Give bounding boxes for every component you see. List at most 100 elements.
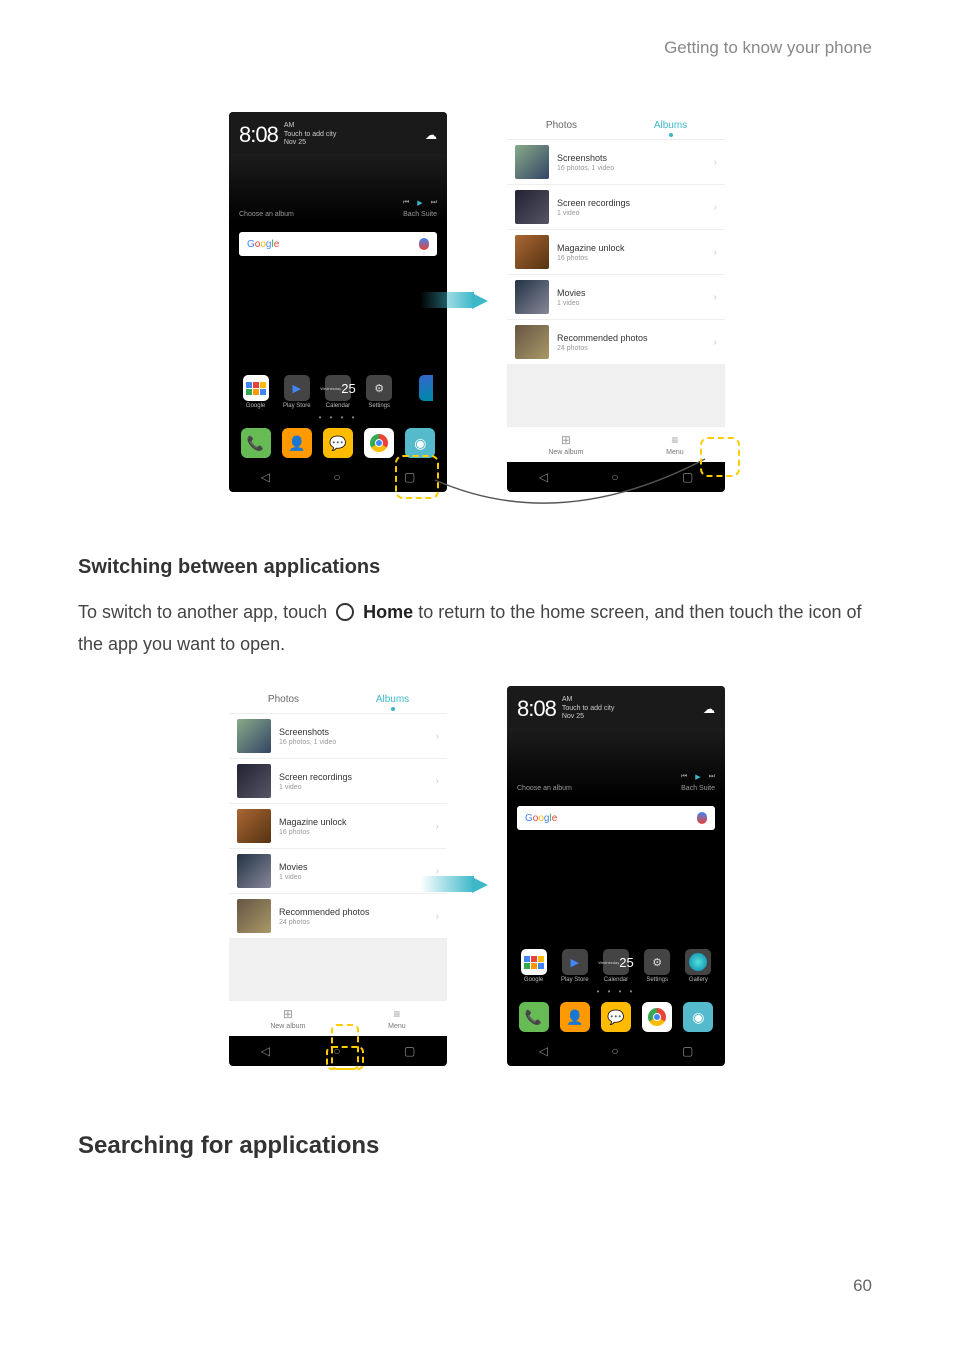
home-icon[interactable]: ○ [333, 1044, 340, 1058]
home-icon[interactable]: ○ [333, 470, 340, 484]
chevron-right-icon: › [714, 247, 717, 258]
app-settings[interactable]: ⚙Settings [637, 949, 677, 983]
new-album-button[interactable]: ⊞New album [548, 433, 583, 456]
clock-time: 8:08 [239, 122, 278, 148]
album-name: Magazine unlock [557, 243, 714, 253]
album-row[interactable]: Magazine unlock16 photos› [507, 230, 725, 275]
album-name: Screen recordings [279, 772, 436, 782]
recents-icon[interactable]: ▢ [404, 1044, 415, 1058]
heading-switching: Switching between applications [78, 556, 380, 579]
dock-contacts[interactable]: 👤 [282, 428, 312, 458]
app-play-store[interactable]: ▶Play Store [555, 949, 595, 983]
back-icon[interactable]: ◁ [261, 1044, 270, 1058]
play-icon[interactable]: ▶ [695, 773, 700, 781]
dock-camera[interactable]: ◉ [683, 1002, 713, 1032]
album-name: Screenshots [279, 727, 436, 737]
chevron-right-icon: › [714, 337, 717, 348]
para-pre: To switch to another app, touch [78, 602, 332, 622]
tab-albums[interactable]: Albums [616, 112, 725, 139]
recents-icon[interactable]: ▢ [404, 470, 415, 484]
album-name: Screen recordings [557, 198, 714, 208]
app-calendar[interactable]: Wednesday25Calendar [596, 949, 636, 983]
album-row[interactable]: Screen recordings1 video› [229, 759, 447, 804]
album-row[interactable]: Movies1 video› [507, 275, 725, 320]
next-icon[interactable]: ⏭ [709, 773, 715, 781]
chevron-right-icon: › [714, 292, 717, 303]
home-icon[interactable]: ○ [611, 1044, 618, 1058]
app-calendar[interactable]: Wednesday25Calendar [318, 375, 358, 409]
play-icon[interactable]: ▶ [417, 199, 422, 207]
homescreen-mock: 8:08AMTouch to add cityNov 25☁ Choose an … [229, 112, 447, 492]
app-gallery[interactable]: Gallery [678, 949, 718, 983]
chevron-right-icon: › [714, 157, 717, 168]
tab-photos[interactable]: Photos [229, 686, 338, 713]
album-row[interactable]: Magazine unlock16 photos› [229, 804, 447, 849]
weather-icon[interactable]: ☁ [703, 702, 715, 716]
choose-album-label: Choose an album [239, 211, 294, 218]
menu-button[interactable]: ≡Menu [388, 1007, 406, 1030]
dock-messages[interactable]: 💬 [323, 428, 353, 458]
android-navbar: ◁ ○ ▢ [229, 462, 447, 492]
weather-icon[interactable]: ☁ [425, 128, 437, 142]
app-google[interactable]: Google [236, 375, 276, 409]
music-widget[interactable]: Choose an album⏮▶⏭Bach Suite [229, 154, 447, 224]
album-count: 1 video [279, 874, 436, 881]
dock-contacts[interactable]: 👤 [560, 1002, 590, 1032]
home-label: Home [363, 602, 413, 622]
clock-sub: AMTouch to add cityNov 25 [562, 696, 615, 721]
plus-icon: ⊞ [561, 433, 571, 447]
album-count: 16 photos [279, 829, 436, 836]
album-count: 24 photos [279, 919, 436, 926]
page-header: Getting to know your phone [664, 38, 872, 58]
dock-chrome[interactable] [642, 1002, 672, 1032]
dock-messages[interactable]: 💬 [601, 1002, 631, 1032]
album-thumb [515, 325, 549, 359]
prev-icon[interactable]: ⏮ [681, 773, 687, 781]
apps-row: Google▶Play StoreWednesday25Calendar⚙Set… [229, 371, 447, 409]
apps-row: Google▶Play StoreWednesday25Calendar⚙Set… [507, 945, 725, 983]
home-icon[interactable]: ○ [611, 470, 618, 484]
album-count: 16 photos, 1 video [279, 739, 436, 746]
dock-phone[interactable]: 📞 [519, 1002, 549, 1032]
album-thumb [515, 235, 549, 269]
tab-albums[interactable]: Albums [338, 686, 447, 713]
album-thumb [237, 854, 271, 888]
dock-phone[interactable]: 📞 [241, 428, 271, 458]
album-thumb [237, 719, 271, 753]
prev-icon[interactable]: ⏮ [403, 199, 409, 207]
app-google[interactable]: Google [514, 949, 554, 983]
album-row[interactable]: Movies1 video› [229, 849, 447, 894]
back-icon[interactable]: ◁ [539, 470, 548, 484]
music-widget[interactable]: Choose an album⏮▶⏭Bach Suite [507, 728, 725, 798]
back-icon[interactable]: ◁ [261, 470, 270, 484]
back-icon[interactable]: ◁ [539, 1044, 548, 1058]
album-row[interactable]: Recommended photos24 photos› [507, 320, 725, 365]
google-logo: Google [247, 239, 279, 250]
menu-button[interactable]: ≡Menu [666, 433, 684, 456]
next-icon[interactable]: ⏭ [431, 199, 437, 207]
app-play-store[interactable]: ▶Play Store [277, 375, 317, 409]
choose-album-label: Choose an album [517, 785, 572, 792]
recents-icon[interactable]: ▢ [682, 1044, 693, 1058]
album-row[interactable]: Screen recordings1 video› [507, 185, 725, 230]
google-search-bar[interactable]: Google [517, 806, 715, 830]
app-art-partial[interactable]: . [400, 375, 440, 409]
app-settings[interactable]: ⚙Settings [359, 375, 399, 409]
album-thumb [515, 190, 549, 224]
clock-bar: 8:08AMTouch to add cityNov 25☁ [229, 112, 447, 154]
album-row[interactable]: Screenshots16 photos, 1 video› [507, 140, 725, 185]
dock-chrome[interactable] [364, 428, 394, 458]
album-row[interactable]: Screenshots16 photos, 1 video› [229, 714, 447, 759]
clock-time: 8:08 [517, 696, 556, 722]
page-dots: • • • • [507, 983, 725, 998]
album-row[interactable]: Recommended photos24 photos› [229, 894, 447, 939]
google-search-bar[interactable]: Google [239, 232, 437, 256]
dock-camera[interactable]: ◉ [405, 428, 435, 458]
recents-icon[interactable]: ▢ [682, 470, 693, 484]
tab-photos[interactable]: Photos [507, 112, 616, 139]
new-album-button[interactable]: ⊞New album [270, 1007, 305, 1030]
chevron-right-icon: › [436, 911, 439, 922]
mic-icon[interactable] [697, 812, 707, 824]
mic-icon[interactable] [419, 238, 429, 250]
album-thumb [237, 764, 271, 798]
